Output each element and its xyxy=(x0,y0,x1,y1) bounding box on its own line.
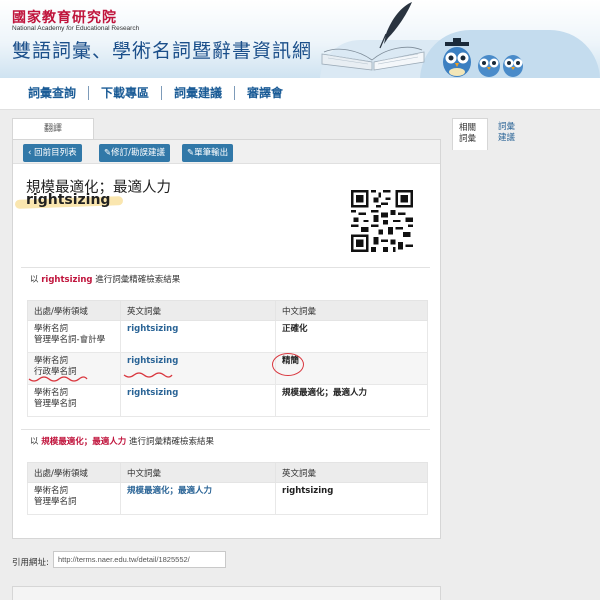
org-logo-text[interactable]: 國家教育研究院 xyxy=(12,7,117,27)
source-cell: 學術名詞 管理學名詞-會計學 xyxy=(27,320,121,353)
open-book-icon xyxy=(321,46,425,71)
term-link[interactable]: 規模最適化；最適人力 xyxy=(127,486,212,496)
column-header: 中文詞彙 xyxy=(275,300,428,321)
translation-panel: ‹ 回前目列表 ✎修訂/勘誤建議 ✎單筆輸出 規模最適化；最適人力 rights… xyxy=(12,139,441,539)
chinese-search-results-table: 出處/學術領域 中文詞彙 英文詞彙 學術名詞 管理學名詞 規模最適化；最適人力 r… xyxy=(27,462,428,515)
nav-item-term-suggestion[interactable]: 詞彙建議 xyxy=(161,86,234,100)
table-row: 學術名詞 管理學名詞 rightsizing 規模最適化；最適人力 xyxy=(27,384,428,417)
tab-related-terms[interactable]: 相關 詞彙 xyxy=(452,118,488,150)
annotation-circle xyxy=(272,353,304,376)
column-header: 出處/學術領域 xyxy=(27,300,121,321)
divider xyxy=(21,429,430,430)
term-link[interactable]: rightsizing xyxy=(127,324,178,334)
bottom-panel xyxy=(12,586,441,600)
column-header: 英文詞彙 xyxy=(275,462,428,483)
term-link[interactable]: rightsizing xyxy=(127,356,178,366)
source-cell: 學術名詞 管理學名詞 xyxy=(27,482,121,515)
export-single-button[interactable]: ✎單筆輸出 xyxy=(182,144,234,162)
site-title: 雙語詞彙、學術名詞暨辭書資訊網 xyxy=(12,40,313,62)
term-link[interactable]: rightsizing xyxy=(127,388,178,398)
tab-term-suggestion[interactable]: 詞彙 建議 xyxy=(492,118,528,150)
action-toolbar: ‹ 回前目列表 ✎修訂/勘誤建議 ✎單筆輸出 xyxy=(13,140,440,164)
english-search-results-table: 出處/學術領域 英文詞彙 中文詞彙 學術名詞 管理學名詞-會計學 rightsiz… xyxy=(27,300,428,417)
main-nav: 詞彙查詢 下載專區 詞彙建議 審譯會 xyxy=(0,78,600,110)
nav-item-downloads[interactable]: 下載專區 xyxy=(88,86,161,100)
column-header: 中文詞彙 xyxy=(120,462,276,483)
back-to-list-button[interactable]: ‹ 回前目列表 xyxy=(23,144,82,162)
term-english-title: rightsizing xyxy=(26,192,111,208)
english-term-cell: rightsizing xyxy=(120,384,276,417)
chinese-term-cell: 規模最適化；最適人力 xyxy=(120,482,276,515)
owl-mascot-icon xyxy=(443,38,523,77)
table-row: 學術名詞 管理學名詞 規模最適化；最適人力 rightsizing xyxy=(27,482,428,515)
citation-url-field[interactable]: http://terms.naer.edu.tw/detail/1825552/ xyxy=(53,551,226,568)
column-header: 英文詞彙 xyxy=(120,300,276,321)
chinese-term-cell: 規模最適化；最適人力 xyxy=(275,384,428,417)
nav-item-term-search[interactable]: 詞彙查詢 xyxy=(28,86,88,100)
chinese-term-cell: 正確化 xyxy=(275,320,428,353)
column-header: 出處/學術領域 xyxy=(27,462,121,483)
english-term-cell: rightsizing xyxy=(275,482,428,515)
source-cell: 學術名詞 管理學名詞 xyxy=(27,384,121,417)
annotation-squiggle xyxy=(123,372,173,378)
suggest-correction-button[interactable]: ✎修訂/勘誤建議 xyxy=(99,144,170,162)
side-tabs: 相關 詞彙 詞彙 建議 xyxy=(452,118,582,150)
table-row: 學術名詞 管理學名詞-會計學 rightsizing 正確化 xyxy=(27,320,428,353)
org-name-english: National Academy for Educational Researc… xyxy=(12,25,140,32)
qr-code-icon xyxy=(351,190,413,252)
annotation-squiggle xyxy=(28,376,88,382)
divider xyxy=(21,267,430,268)
section-heading-english-search: 以 rightsizing 進行詞彙精確檢索結果 xyxy=(30,275,181,285)
section-heading-chinese-search: 以 規模最適化；最適人力 進行詞彙精確檢索結果 xyxy=(30,437,214,447)
tab-translation[interactable]: 翻譯 xyxy=(12,118,94,140)
english-term-cell: rightsizing xyxy=(120,320,276,353)
site-header: 國家教育研究院 National Academy for Educational… xyxy=(0,0,600,78)
citation-label: 引用網址: xyxy=(12,558,49,568)
nav-item-review-committee[interactable]: 審譯會 xyxy=(234,86,295,100)
